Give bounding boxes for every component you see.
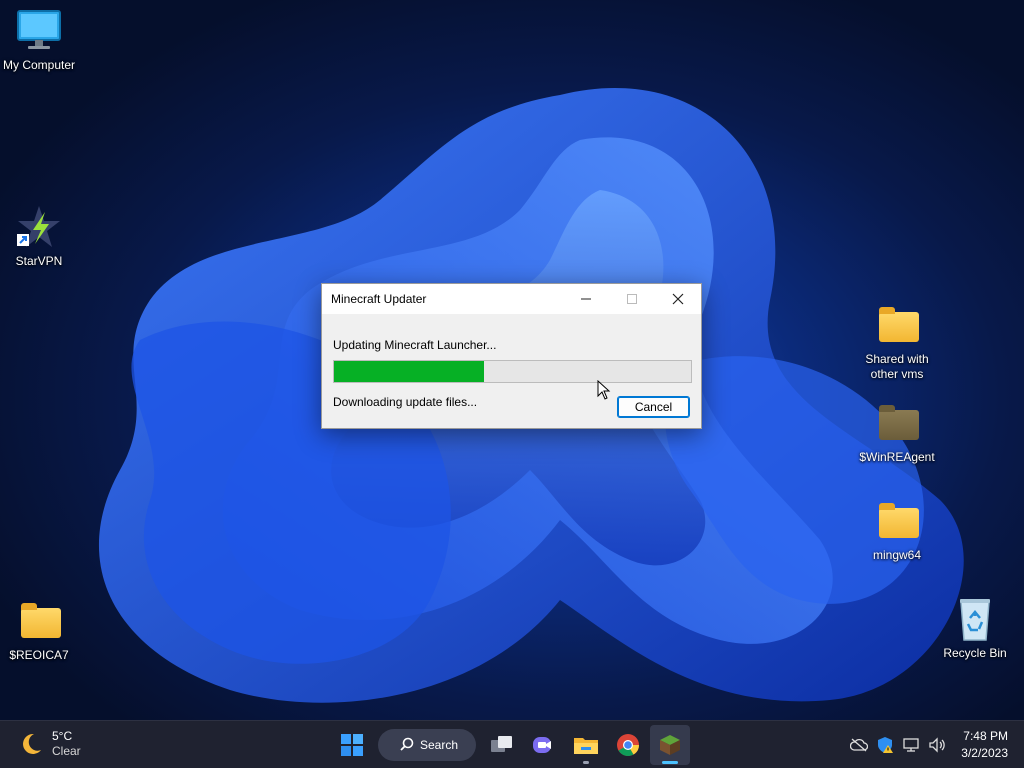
desktop-icon-label: Shared with other vms bbox=[865, 352, 929, 381]
desktop-icon-label: $REOICA7 bbox=[9, 648, 69, 662]
recycle-bin-icon bbox=[951, 596, 999, 642]
desktop-icon-label: mingw64 bbox=[872, 548, 922, 562]
onedrive-offline-icon[interactable] bbox=[847, 733, 871, 757]
minecraft-icon bbox=[660, 735, 680, 755]
weather-widget[interactable]: 5°C Clear bbox=[18, 729, 81, 759]
dialog-titlebar[interactable]: Minecraft Updater bbox=[322, 284, 701, 314]
taskbar-clock[interactable]: 7:48 PM 3/2/2023 bbox=[961, 728, 1008, 762]
folder-icon bbox=[873, 498, 921, 544]
active-indicator bbox=[662, 761, 678, 764]
desktop-icon-label: My Computer bbox=[2, 58, 76, 72]
system-tray: 7:48 PM 3/2/2023 bbox=[845, 721, 1024, 768]
teams-chat-icon bbox=[533, 737, 551, 753]
desktop-icon-label: Recycle Bin bbox=[943, 646, 1007, 660]
file-explorer-button[interactable] bbox=[566, 725, 606, 765]
chrome-button[interactable] bbox=[608, 725, 648, 765]
security-warning-icon[interactable] bbox=[873, 733, 897, 757]
desktop-icon-mingw64[interactable]: mingw64 bbox=[855, 498, 939, 563]
search-icon bbox=[400, 737, 414, 754]
desktop-icon-starvpn[interactable]: StarVPN bbox=[0, 204, 81, 269]
start-button[interactable] bbox=[332, 725, 372, 765]
starvpn-icon bbox=[15, 204, 63, 250]
folder-icon bbox=[15, 598, 63, 644]
taskbar: 5°C Clear Search 7:48 PM 3/2/2023 bbox=[0, 720, 1024, 768]
desktop-icon-recycle-bin[interactable]: Recycle Bin bbox=[933, 596, 1017, 661]
chrome-icon bbox=[617, 734, 639, 756]
cancel-button[interactable]: Cancel bbox=[617, 396, 690, 418]
running-indicator bbox=[583, 761, 589, 764]
minimize-button[interactable] bbox=[563, 284, 609, 314]
network-icon[interactable] bbox=[899, 733, 923, 757]
folder-icon bbox=[873, 400, 921, 446]
close-icon bbox=[672, 293, 684, 305]
desktop-icon-my-computer[interactable]: My Computer bbox=[0, 8, 81, 73]
task-view-button[interactable] bbox=[482, 725, 522, 765]
moon-icon bbox=[18, 731, 44, 757]
update-status-text: Updating Minecraft Launcher... bbox=[333, 338, 497, 352]
minimize-icon bbox=[581, 298, 591, 300]
weather-condition: Clear bbox=[52, 744, 81, 758]
progress-bar bbox=[333, 360, 692, 383]
teams-chat-button[interactable] bbox=[524, 725, 564, 765]
clock-time: 7:48 PM bbox=[963, 729, 1008, 743]
desktop-icon-winreagent[interactable]: $WinREAgent bbox=[855, 400, 939, 465]
volume-icon[interactable] bbox=[925, 733, 949, 757]
maximize-icon bbox=[627, 294, 637, 304]
taskbar-search[interactable]: Search bbox=[378, 729, 476, 761]
mouse-cursor-icon bbox=[597, 379, 611, 405]
folder-icon bbox=[873, 302, 921, 348]
desktop-icon-shared-with-other-vms[interactable]: Shared with other vms bbox=[855, 302, 939, 382]
desktop-icon-label: $WinREAgent bbox=[859, 450, 935, 464]
minecraft-updater-dialog: Minecraft Updater Updating Minecraft Lau… bbox=[321, 283, 702, 429]
download-status-text: Downloading update files... bbox=[333, 395, 478, 409]
desktop-icon-reoica7[interactable]: $REOICA7 bbox=[0, 598, 81, 663]
start-icon bbox=[341, 734, 363, 756]
task-view-icon bbox=[491, 736, 512, 752]
file-explorer-icon bbox=[574, 738, 598, 754]
minecraft-taskbar-button[interactable] bbox=[650, 725, 690, 765]
weather-temperature: 5°C bbox=[52, 729, 73, 743]
desktop-icon-label: StarVPN bbox=[15, 254, 63, 268]
maximize-button bbox=[609, 284, 655, 314]
progress-bar-fill bbox=[334, 361, 484, 382]
dialog-title: Minecraft Updater bbox=[331, 292, 427, 306]
close-button[interactable] bbox=[655, 284, 701, 314]
search-label: Search bbox=[420, 738, 459, 752]
clock-date: 3/2/2023 bbox=[961, 746, 1008, 760]
monitor-icon bbox=[15, 8, 63, 54]
